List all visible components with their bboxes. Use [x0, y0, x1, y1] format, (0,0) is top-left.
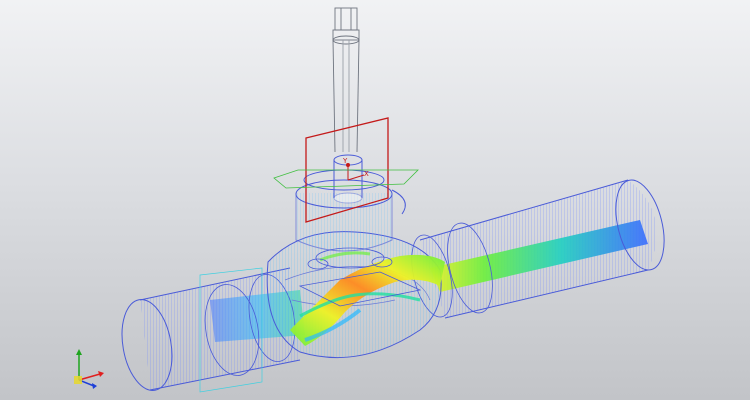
coordinate-triad-icon: [74, 349, 104, 389]
reference-plane-green: [273, 169, 419, 189]
local-axis-y-label: Y: [342, 157, 348, 165]
section-plane-local-axes: [346, 163, 365, 181]
3d-viewport[interactable]: Y X: [0, 0, 750, 400]
flow-simulation-scene[interactable]: Y X: [0, 0, 750, 400]
valve-bonnet: [295, 154, 406, 252]
local-axis-x-label: X: [364, 170, 369, 178]
outlet-pipe-right: [411, 179, 665, 319]
